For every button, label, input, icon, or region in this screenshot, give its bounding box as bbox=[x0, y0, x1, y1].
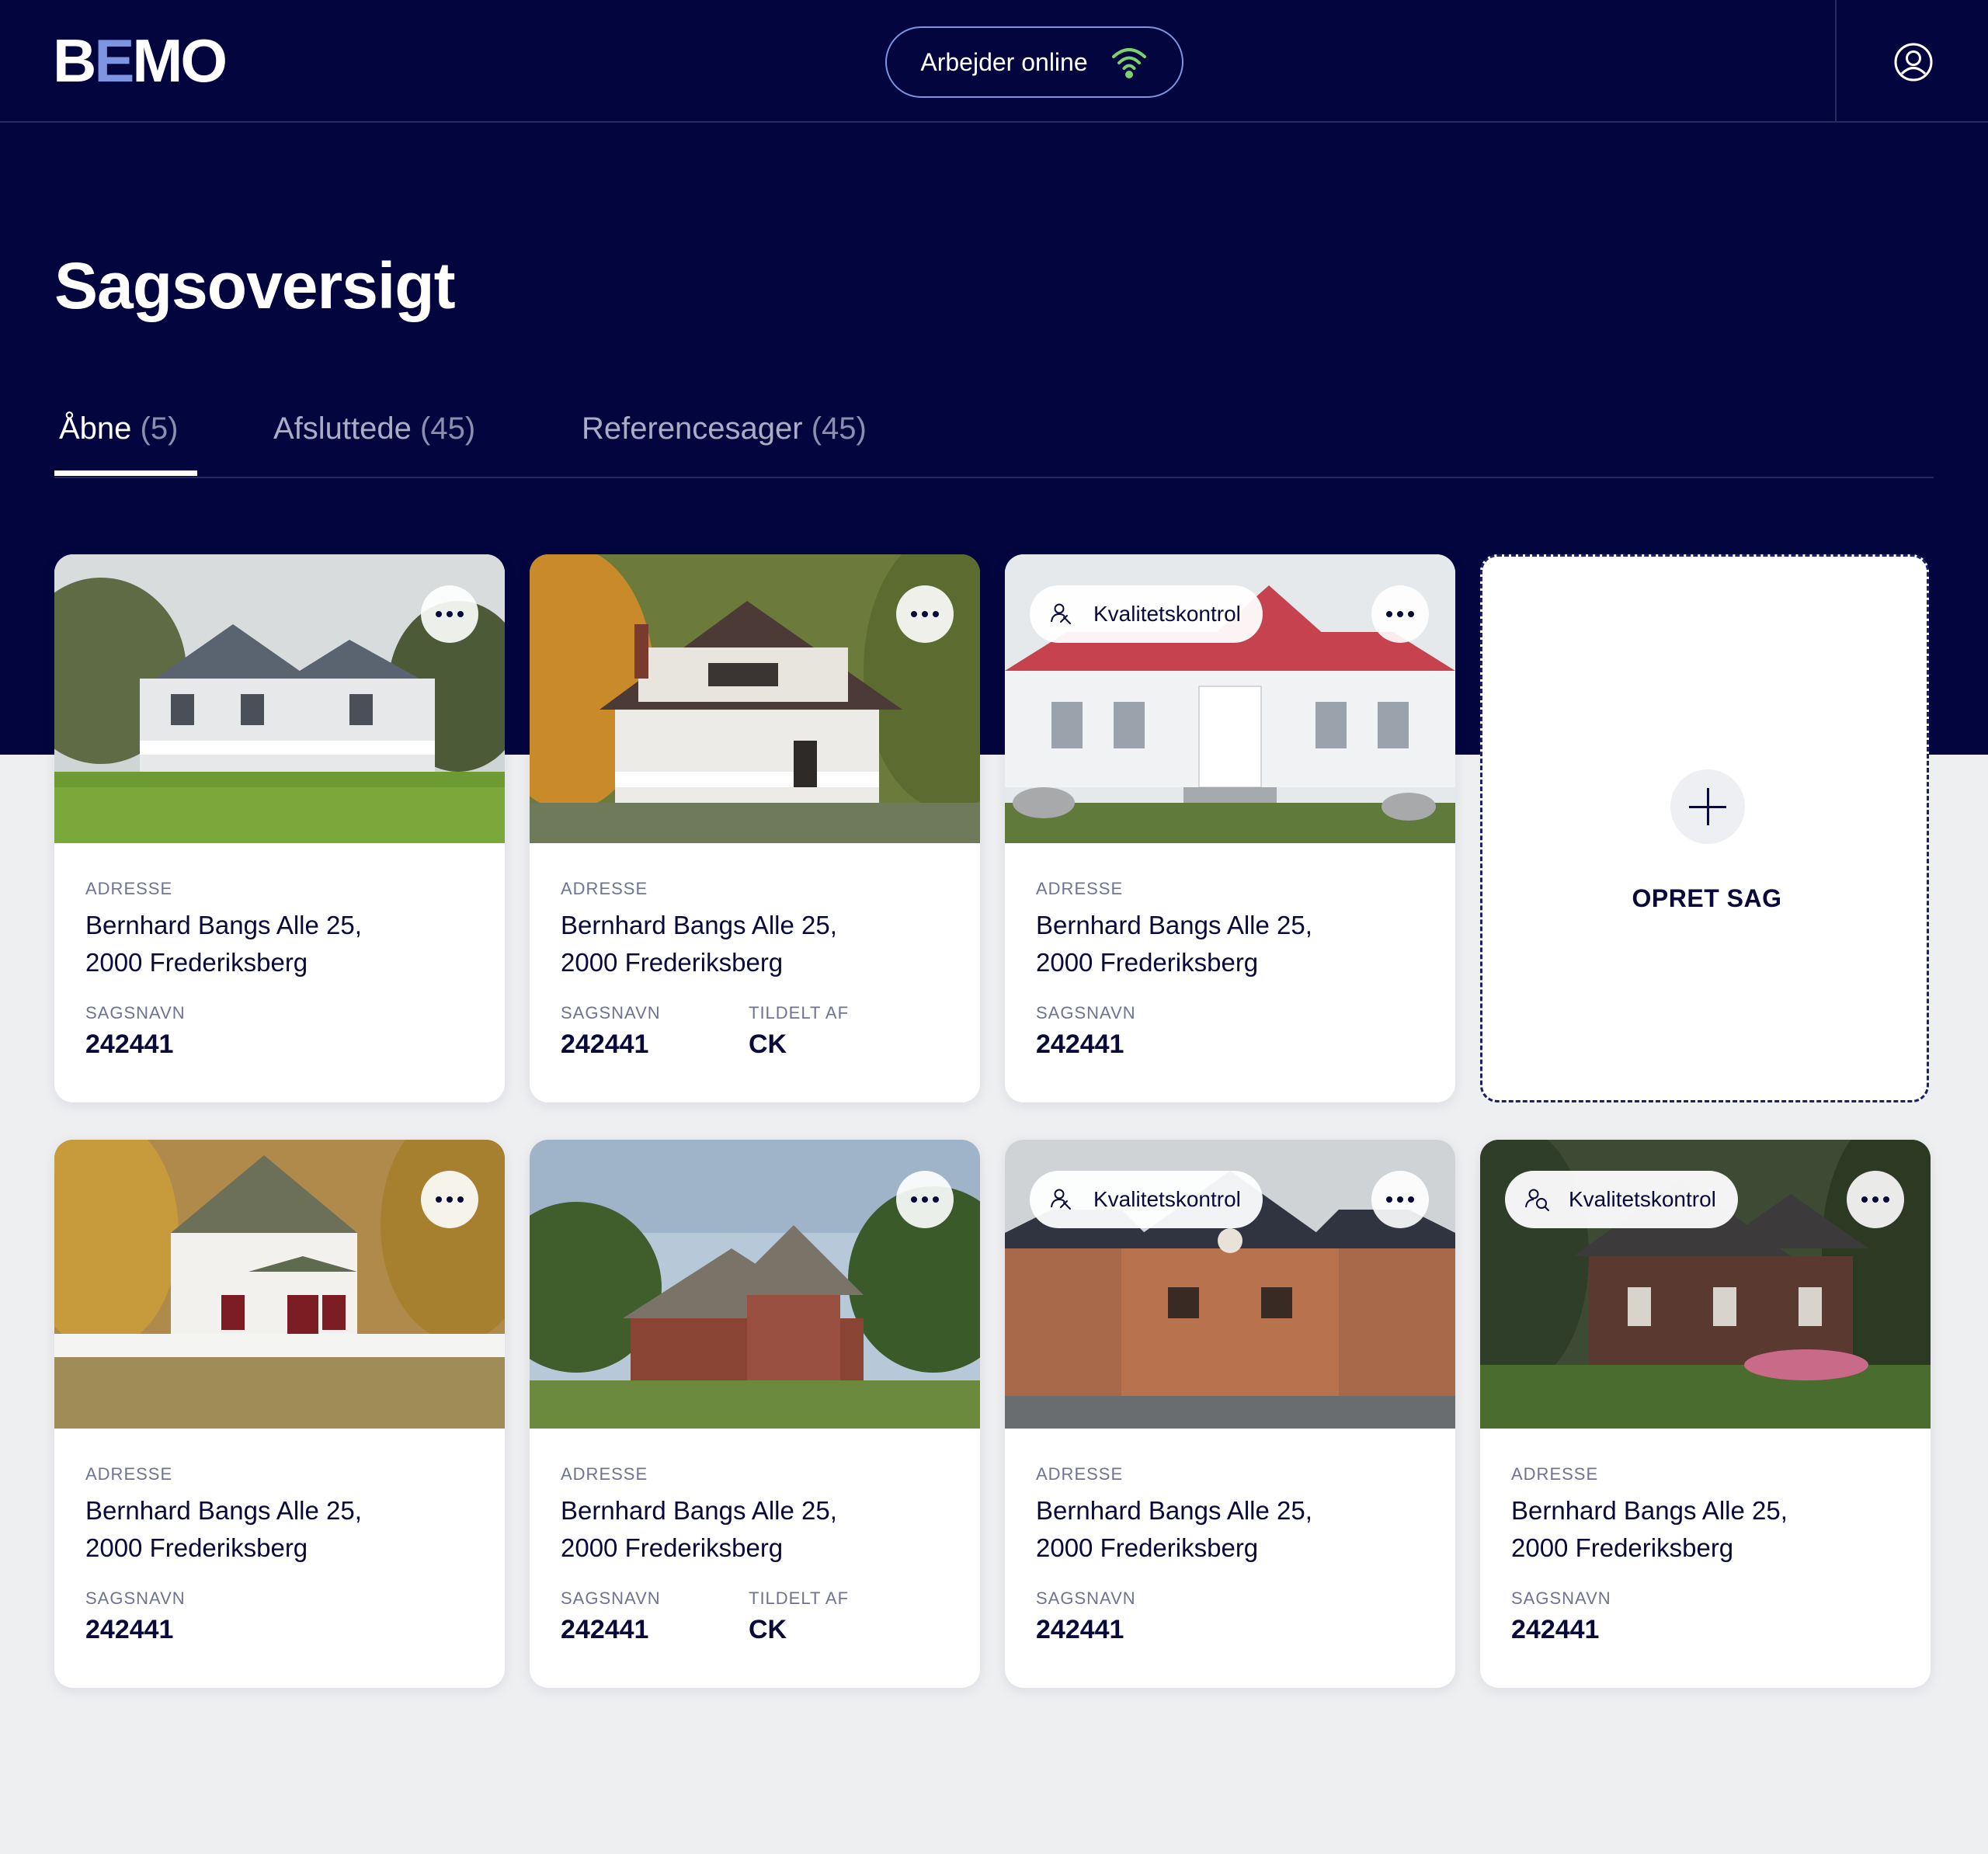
more-options-button[interactable] bbox=[421, 585, 478, 643]
case-card[interactable]: ADRESSE Bernhard Bangs Alle 25, 2000 Fred… bbox=[54, 554, 505, 1102]
assigned-by-value: CK bbox=[749, 1029, 787, 1059]
quality-control-badge: Kvalitetskontrol bbox=[1030, 585, 1263, 643]
quality-control-badge: Kvalitetskontrol bbox=[1030, 1171, 1263, 1228]
case-card[interactable]: Kvalitetskontrol ADRESSE Bernhard Bangs … bbox=[1005, 554, 1455, 1102]
tab-reference[interactable]: Referencesager (45) bbox=[582, 404, 867, 475]
quality-control-icon bbox=[1051, 603, 1071, 624]
address-label: ADRESSE bbox=[1511, 1464, 1599, 1484]
case-name-label: SAGSNAVN bbox=[1036, 1588, 1136, 1608]
create-case-card[interactable]: OPRET SAG bbox=[1480, 554, 1929, 1102]
address-label: ADRESSE bbox=[561, 879, 648, 898]
case-name-label: SAGSNAVN bbox=[1511, 1588, 1611, 1608]
quality-control-label: Kvalitetskontrol bbox=[1093, 1187, 1241, 1211]
address-label: ADRESSE bbox=[1036, 1464, 1124, 1484]
tab-closed[interactable]: Afsluttede (45) bbox=[273, 404, 475, 475]
more-options-button[interactable] bbox=[1371, 585, 1429, 643]
more-options-button[interactable] bbox=[1371, 1171, 1429, 1228]
case-name-value: 242441 bbox=[1036, 1615, 1124, 1644]
more-options-button[interactable] bbox=[896, 1171, 954, 1228]
case-card[interactable]: Kvalitetskontrol ADRESSE Bernhard Bangs … bbox=[1480, 1140, 1931, 1688]
address-value: Bernhard Bangs Alle 25, 2000 Frederiksber… bbox=[561, 911, 837, 977]
address-label: ADRESSE bbox=[561, 1464, 648, 1484]
more-options-button[interactable] bbox=[1847, 1171, 1904, 1228]
case-name-label: SAGSNAVN bbox=[85, 1003, 186, 1022]
case-card[interactable]: ADRESSE Bernhard Bangs Alle 25, 2000 Fred… bbox=[54, 1140, 505, 1688]
wifi-icon bbox=[1111, 48, 1146, 78]
case-card[interactable]: ADRESSE Bernhard Bangs Alle 25, 2000 Fred… bbox=[530, 554, 980, 1102]
address-label: ADRESSE bbox=[85, 879, 173, 898]
assigned-by-label: TILDELT AF bbox=[749, 1003, 850, 1022]
address-value: Bernhard Bangs Alle 25, 2000 Frederiksber… bbox=[85, 911, 362, 977]
case-name-value: 242441 bbox=[1511, 1615, 1600, 1644]
quality-control-search-icon bbox=[1525, 1189, 1549, 1211]
more-options-button[interactable] bbox=[896, 585, 954, 643]
more-options-button[interactable] bbox=[421, 1171, 478, 1228]
page-title: Sagsoversigt bbox=[54, 249, 456, 322]
case-name-label: SAGSNAVN bbox=[561, 1003, 661, 1022]
tab-open[interactable]: Åbne (5) bbox=[59, 404, 178, 475]
case-card[interactable]: ADRESSE Bernhard Bangs Alle 25, 2000 Fred… bbox=[530, 1140, 980, 1688]
quality-control-badge: Kvalitetskontrol bbox=[1505, 1171, 1738, 1228]
case-name-value: 242441 bbox=[85, 1615, 174, 1644]
bemo-logo[interactable]: BEMO bbox=[53, 30, 228, 92]
case-name-label: SAGSNAVN bbox=[1036, 1003, 1136, 1022]
address-label: ADRESSE bbox=[85, 1464, 173, 1484]
online-status-button[interactable]: Arbejder online bbox=[885, 26, 1183, 98]
header-divider bbox=[1835, 0, 1837, 123]
case-name-value: 242441 bbox=[561, 1615, 649, 1644]
address-label: ADRESSE bbox=[1036, 879, 1124, 898]
plus-icon bbox=[1670, 769, 1745, 844]
case-tabs: Åbne (5) Afsluttede (45) Referencesager … bbox=[54, 404, 1934, 478]
user-icon[interactable] bbox=[1893, 42, 1934, 82]
case-name-value: 242441 bbox=[1036, 1029, 1124, 1059]
active-tab-indicator bbox=[54, 470, 197, 476]
quality-control-label: Kvalitetskontrol bbox=[1569, 1187, 1716, 1211]
assigned-by-value: CK bbox=[749, 1615, 787, 1644]
online-status-label: Arbejder online bbox=[920, 47, 1088, 76]
quality-control-label: Kvalitetskontrol bbox=[1093, 602, 1241, 626]
address-value: Bernhard Bangs Alle 25, 2000 Frederiksber… bbox=[1511, 1496, 1788, 1562]
address-value: Bernhard Bangs Alle 25, 2000 Frederiksber… bbox=[85, 1496, 362, 1562]
case-name-value: 242441 bbox=[561, 1029, 649, 1059]
address-value: Bernhard Bangs Alle 25, 2000 Frederiksber… bbox=[1036, 1496, 1312, 1562]
quality-control-icon bbox=[1051, 1189, 1071, 1210]
assigned-by-label: TILDELT AF bbox=[749, 1588, 850, 1608]
case-card[interactable]: Kvalitetskontrol ADRESSE Bernhard Bangs … bbox=[1005, 1140, 1455, 1688]
case-name-label: SAGSNAVN bbox=[85, 1588, 186, 1608]
case-name-label: SAGSNAVN bbox=[561, 1588, 661, 1608]
create-case-label: OPRET SAG bbox=[1632, 884, 1782, 912]
top-bar: BEMO Arbejder online bbox=[0, 0, 1988, 123]
address-value: Bernhard Bangs Alle 25, 2000 Frederiksber… bbox=[1036, 911, 1312, 977]
case-name-value: 242441 bbox=[85, 1029, 174, 1059]
address-value: Bernhard Bangs Alle 25, 2000 Frederiksber… bbox=[561, 1496, 837, 1562]
